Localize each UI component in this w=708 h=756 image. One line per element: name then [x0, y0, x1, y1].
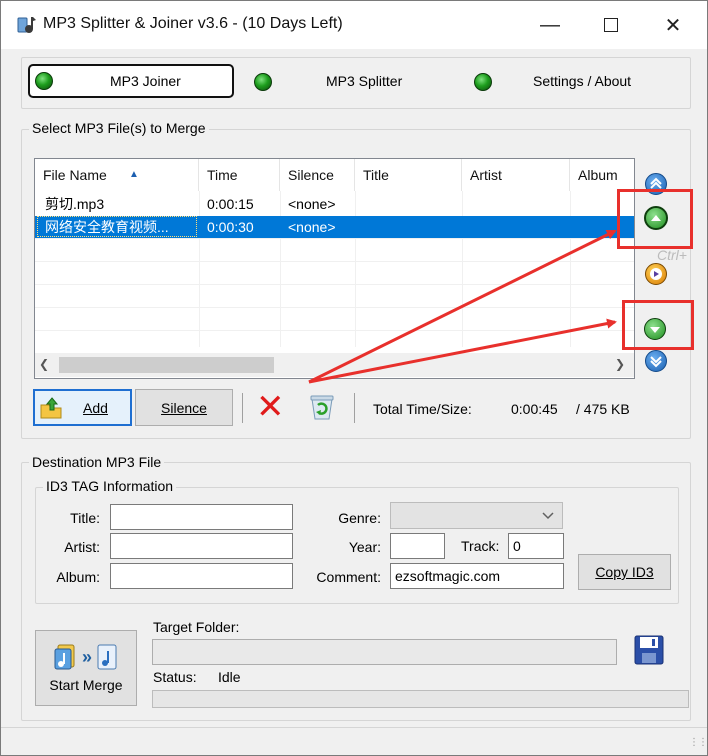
status-label: Status:: [153, 669, 197, 685]
play-button[interactable]: [645, 263, 667, 285]
table-row[interactable]: 剪切.mp3 0:00:15 <none>: [35, 193, 634, 215]
led-icon: [474, 73, 492, 91]
led-icon: [254, 73, 272, 91]
title-field[interactable]: [110, 504, 293, 530]
recycle-bin-icon[interactable]: [306, 391, 338, 423]
genre-label: Genre:: [338, 510, 381, 526]
sort-ascending-icon: ▲: [129, 169, 139, 180]
maximize-icon: [604, 18, 618, 32]
minimize-button[interactable]: —: [528, 7, 572, 43]
add-button-label: Add: [83, 399, 108, 416]
tab-label: MP3 Splitter: [326, 73, 403, 89]
year-label: Year:: [348, 539, 381, 555]
maximize-button[interactable]: [589, 7, 633, 43]
silence-button-label: Silence: [161, 399, 207, 416]
total-time-size-label: Total Time/Size:: [373, 401, 472, 417]
table-row-selected[interactable]: 网络安全教育视频... 0:00:30 <none>: [35, 216, 634, 238]
file-list[interactable]: File Name ▲ Time Silence Title Artist Al…: [34, 158, 635, 379]
column-header-time[interactable]: Time: [199, 159, 280, 191]
ctrl-shortcut-hint: Ctrl+: [657, 247, 687, 263]
move-to-bottom-button[interactable]: [645, 350, 667, 372]
save-icon[interactable]: [634, 635, 664, 665]
column-header-album[interactable]: Album: [570, 159, 634, 191]
merge-group-label: Select MP3 File(s) to Merge: [29, 120, 209, 136]
start-merge-button[interactable]: » Start Merge: [35, 630, 137, 706]
silence-cell: <none>: [288, 219, 336, 235]
album-label: Album:: [56, 569, 100, 585]
silence-button[interactable]: Silence: [135, 389, 233, 426]
music-files-icon: [54, 644, 75, 670]
column-header-artist[interactable]: Artist: [462, 159, 570, 191]
album-field[interactable]: [110, 563, 293, 589]
comment-label: Comment:: [316, 569, 381, 585]
time-cell: 0:00:30: [207, 219, 254, 235]
close-button[interactable]: ✕: [651, 7, 695, 43]
comment-field[interactable]: ezsoftmagic.com: [390, 563, 564, 589]
track-field[interactable]: 0: [508, 533, 564, 559]
add-button[interactable]: Add: [33, 389, 132, 426]
tab-label: MP3 Joiner: [110, 73, 181, 89]
file-name-cell: 剪切.mp3: [45, 196, 105, 212]
minimize-icon: —: [540, 13, 560, 36]
artist-label: Artist:: [64, 539, 100, 555]
scroll-left-icon[interactable]: ❮: [39, 357, 49, 371]
silence-cell: <none>: [288, 196, 336, 212]
horizontal-scrollbar[interactable]: ❮ ❯: [35, 353, 634, 377]
total-size-value: / 475 KB: [576, 401, 630, 417]
remove-icon[interactable]: ✕: [256, 390, 285, 424]
close-icon: ✕: [664, 14, 682, 37]
merge-icons: »: [54, 643, 118, 671]
title-bar: MP3 Splitter & Joiner v3.6 - (10 Days Le…: [1, 1, 707, 49]
merge-arrow-icon: »: [81, 646, 92, 667]
destination-group-label: Destination MP3 File: [29, 454, 165, 470]
active-led-icon: [35, 72, 53, 90]
app-icon: [17, 17, 36, 33]
tab-mp3-splitter[interactable]: MP3 Splitter: [254, 65, 434, 99]
track-label: Track:: [461, 538, 500, 554]
column-header-title[interactable]: Title: [355, 159, 462, 191]
window-title: MP3 Splitter & Joiner v3.6 - (10 Days Le…: [43, 15, 343, 32]
column-label: File Name: [43, 167, 107, 183]
target-folder-label: Target Folder:: [153, 619, 240, 635]
app-window: MP3 Splitter & Joiner v3.6 - (10 Days Le…: [0, 0, 708, 756]
copy-id3-label: Copy ID3: [595, 564, 654, 580]
annotation-box-up: [617, 189, 693, 249]
chevron-down-icon: [542, 512, 554, 520]
tab-settings-about[interactable]: Settings / About: [474, 65, 674, 99]
year-field[interactable]: [390, 533, 445, 559]
copy-id3-button[interactable]: Copy ID3: [578, 554, 671, 590]
scroll-thumb[interactable]: [59, 357, 274, 373]
music-file-icon: [97, 644, 117, 670]
target-folder-field[interactable]: [152, 639, 617, 665]
status-value: Idle: [218, 669, 241, 685]
genre-select[interactable]: [390, 502, 563, 529]
column-header-silence[interactable]: Silence: [280, 159, 355, 191]
tab-mp3-joiner[interactable]: MP3 Joiner: [28, 64, 234, 98]
column-header-file-name[interactable]: File Name ▲: [35, 159, 199, 191]
artist-field[interactable]: [110, 533, 293, 559]
file-name-cell: 网络安全教育视频...: [45, 219, 169, 235]
progress-bar: [152, 690, 689, 708]
total-time-value: 0:00:45: [511, 401, 558, 417]
tab-label: Settings / About: [533, 73, 632, 89]
annotation-box-down: [622, 300, 694, 350]
play-icon: [650, 268, 662, 280]
id3-group-label: ID3 TAG Information: [43, 478, 177, 494]
start-merge-label: Start Merge: [49, 677, 123, 693]
title-label: Title:: [70, 510, 100, 526]
resize-grip-icon[interactable]: ⋮⋮: [689, 737, 707, 748]
add-folder-icon: [40, 397, 62, 419]
time-cell: 0:00:15: [207, 196, 254, 212]
double-down-icon: [650, 356, 662, 368]
scroll-right-icon[interactable]: ❯: [615, 357, 625, 371]
